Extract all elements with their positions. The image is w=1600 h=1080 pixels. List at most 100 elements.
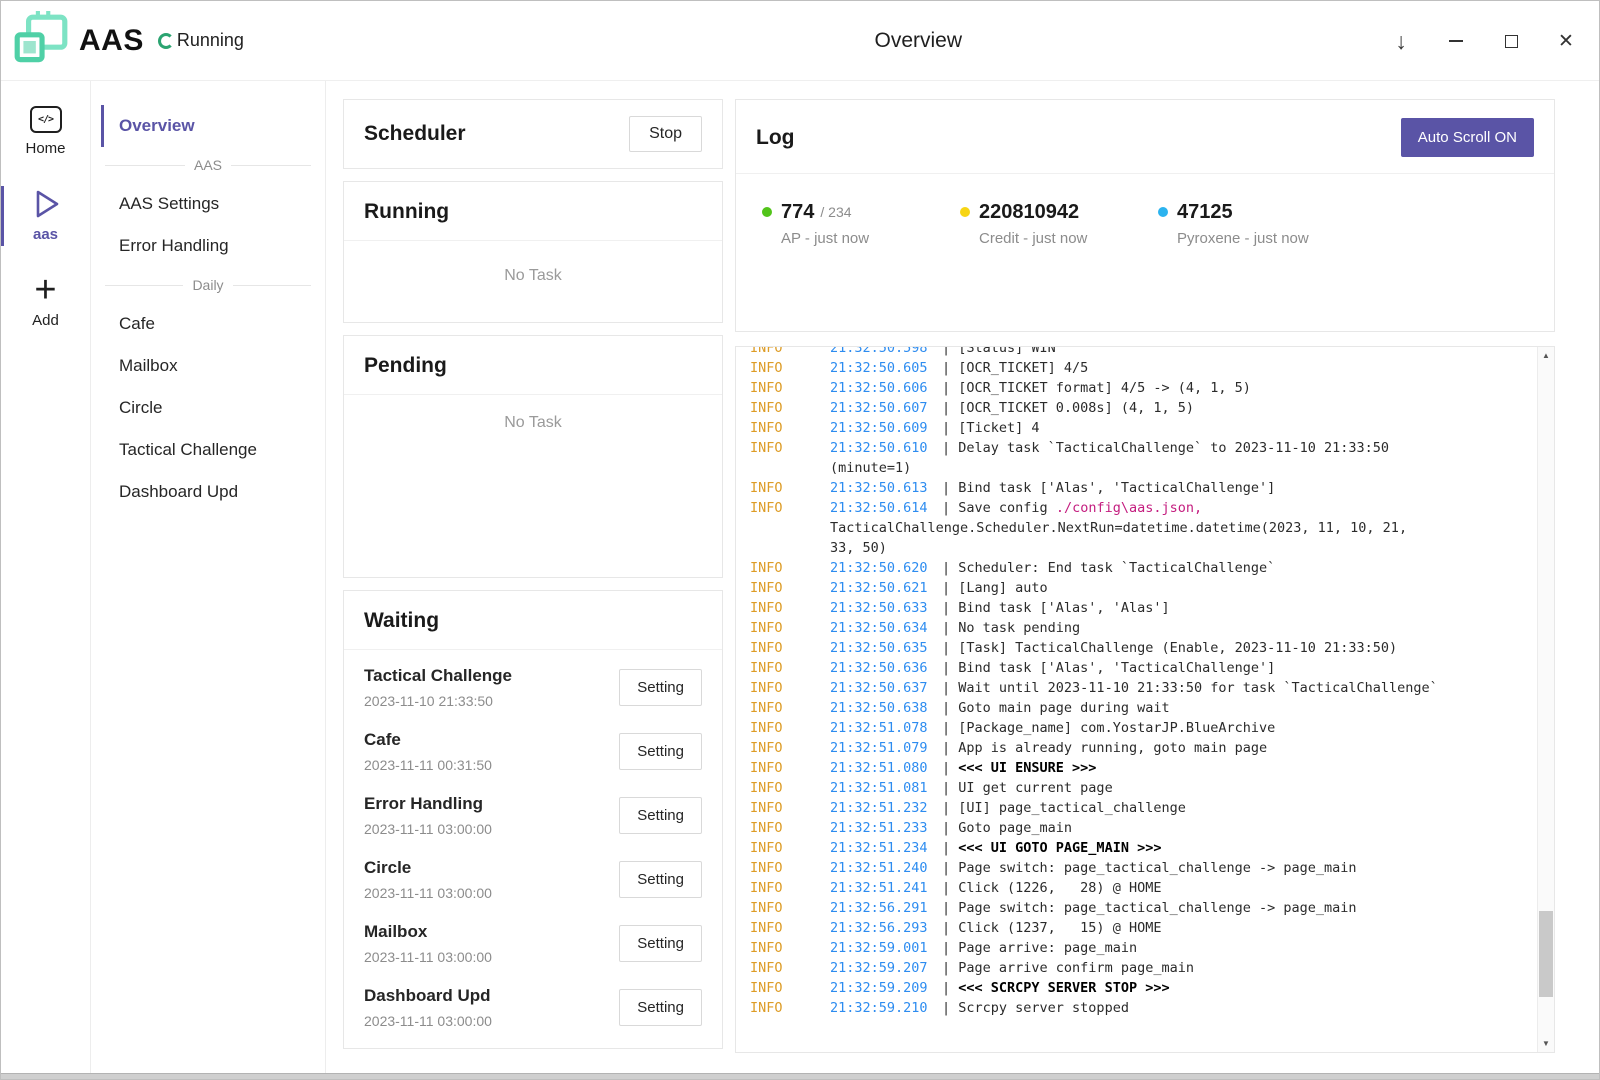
task-name: Dashboard Upd bbox=[364, 985, 492, 1006]
stat-caption: AP - just now bbox=[781, 230, 960, 247]
task-setting-button[interactable]: Setting bbox=[619, 925, 702, 962]
task-info: Error Handling2023-11-11 03:00:00 bbox=[364, 793, 492, 837]
log-level: INFO bbox=[750, 638, 830, 658]
log-level: INFO bbox=[750, 558, 830, 578]
sidebar-item-dashboard-upd[interactable]: Dashboard Upd bbox=[101, 471, 315, 513]
nav-rail: </> Home aas + Add bbox=[1, 81, 91, 1073]
log-time: 21:32:50.613 bbox=[830, 478, 942, 498]
home-icon: </> bbox=[30, 106, 62, 133]
task-name: Circle bbox=[364, 857, 492, 878]
log-line: INFO21:32:50.621| [Lang] auto bbox=[750, 578, 1533, 598]
log-level: INFO bbox=[750, 347, 830, 358]
pending-card: Pending No Task bbox=[343, 335, 723, 578]
log-time: 21:32:50.598 bbox=[830, 347, 942, 358]
log-level-spacer bbox=[750, 538, 830, 558]
update-button[interactable]: ↓ bbox=[1390, 29, 1412, 53]
task-next-run: 2023-11-11 03:00:00 bbox=[364, 885, 492, 901]
log-message: | Click (1237, 15) @ HOME bbox=[942, 918, 1161, 938]
nav-rail-item-home[interactable]: </> Home bbox=[1, 103, 90, 160]
log-level: INFO bbox=[750, 898, 830, 918]
scheduler-stop-button[interactable]: Stop bbox=[629, 116, 702, 152]
stat-suffix: / 234 bbox=[820, 204, 851, 220]
log-line: INFO21:32:51.240| Page switch: page_tact… bbox=[750, 858, 1533, 878]
task-setting-button[interactable]: Setting bbox=[619, 797, 702, 834]
sidebar-item-error-handling[interactable]: Error Handling bbox=[101, 225, 315, 267]
stat: 47125Pyroxene - just now bbox=[1158, 200, 1356, 247]
log-time: 21:32:50.621 bbox=[830, 578, 942, 598]
scroll-up-icon[interactable]: ▲ bbox=[1538, 347, 1555, 364]
log-scrollbar[interactable]: ▲ ▼ bbox=[1537, 347, 1554, 1052]
log-line: INFO21:32:56.293| Click (1237, 15) @ HOM… bbox=[750, 918, 1533, 938]
log-level: INFO bbox=[750, 398, 830, 418]
sidebar-item-circle[interactable]: Circle bbox=[101, 387, 315, 429]
sidebar-item-mailbox[interactable]: Mailbox bbox=[101, 345, 315, 387]
log-time: 21:32:51.078 bbox=[830, 718, 942, 738]
scrollbar-thumb[interactable] bbox=[1539, 911, 1553, 997]
sidebar-item-cafe[interactable]: Cafe bbox=[101, 303, 315, 345]
task-next-run: 2023-11-11 03:00:00 bbox=[364, 821, 492, 837]
log-message: | [OCR_TICKET format] 4/5 -> (4, 1, 5) bbox=[942, 378, 1251, 398]
nav-rail-item-aas[interactable]: aas bbox=[1, 186, 90, 246]
log-message: | Goto page_main bbox=[942, 818, 1072, 838]
log-level: INFO bbox=[750, 878, 830, 898]
log-line: INFO21:32:51.078| [Package_name] com.Yos… bbox=[750, 718, 1533, 738]
app-window: AAS Running Overview ↓ ✕ </> Home aas bbox=[0, 0, 1600, 1080]
log-line: INFO21:32:51.079| App is already running… bbox=[750, 738, 1533, 758]
log-level: INFO bbox=[750, 678, 830, 698]
log-time: 21:32:59.209 bbox=[830, 978, 942, 998]
log-time: 21:32:50.610 bbox=[830, 438, 942, 458]
stat-value: 774 bbox=[781, 201, 814, 224]
log-level: INFO bbox=[750, 658, 830, 678]
pending-card-header: Pending bbox=[344, 336, 722, 395]
log-message: | <<< SCRCPY SERVER STOP >>> bbox=[942, 978, 1170, 998]
log-level: INFO bbox=[750, 978, 830, 998]
task-info: Dashboard Upd 2023-11-11 03:00:00 bbox=[364, 985, 492, 1029]
log-line: INFO21:32:51.080| <<< UI ENSURE >>> bbox=[750, 758, 1533, 778]
nav-rail-item-add[interactable]: + Add bbox=[1, 272, 90, 332]
task-next-run: 2023-11-11 03:00:00 bbox=[364, 1013, 492, 1029]
task-setting-button[interactable]: Setting bbox=[619, 733, 702, 770]
log-message: | No task pending bbox=[942, 618, 1080, 638]
log-time: 21:32:51.234 bbox=[830, 838, 942, 858]
waiting-title: Waiting bbox=[364, 609, 439, 633]
log-output: INFO21:32:50.598| [Status] WININFO21:32:… bbox=[735, 346, 1555, 1053]
task-setting-button[interactable]: Setting bbox=[619, 669, 702, 706]
task-setting-button[interactable]: Setting bbox=[619, 989, 702, 1026]
sidebar-item-tactical-challenge[interactable]: Tactical Challenge bbox=[101, 429, 315, 471]
log-time: 21:32:59.207 bbox=[830, 958, 942, 978]
task-info: Tactical Challenge2023-11-10 21:33:50 bbox=[364, 665, 512, 709]
log-line: INFO21:32:50.605| [OCR_TICKET] 4/5 bbox=[750, 358, 1533, 378]
waiting-task-row: Tactical Challenge2023-11-10 21:33:50 Set… bbox=[344, 655, 722, 719]
auto-scroll-toggle[interactable]: Auto Scroll ON bbox=[1401, 118, 1534, 157]
scroll-down-icon[interactable]: ▼ bbox=[1538, 1035, 1555, 1052]
log-level: INFO bbox=[750, 778, 830, 798]
sidebar-item-overview[interactable]: Overview bbox=[101, 105, 315, 147]
log-level: INFO bbox=[750, 758, 830, 778]
log-line: INFO21:32:51.232| [UI] page_tactical_cha… bbox=[750, 798, 1533, 818]
log-line: INFO21:32:59.209| <<< SCRCPY SERVER STOP… bbox=[750, 978, 1533, 998]
log-line: INFO21:32:50.620| Scheduler: End task `T… bbox=[750, 558, 1533, 578]
log-level: INFO bbox=[750, 478, 830, 498]
log-line: INFO21:32:50.633| Bind task ['Alas', 'Al… bbox=[750, 598, 1533, 618]
waiting-task-row: Dashboard Upd 2023-11-11 03:00:00 Setting bbox=[344, 975, 722, 1039]
task-setting-button[interactable]: Setting bbox=[619, 861, 702, 898]
task-info: Circle 2023-11-11 03:00:00 bbox=[364, 857, 492, 901]
log-scroll-area[interactable]: INFO21:32:50.598| [Status] WININFO21:32:… bbox=[736, 347, 1537, 1052]
close-button[interactable]: ✕ bbox=[1555, 29, 1577, 53]
log-message: 33, 50) bbox=[830, 538, 887, 558]
maximize-button[interactable] bbox=[1500, 29, 1522, 53]
log-level: INFO bbox=[750, 738, 830, 758]
running-status-label: Running bbox=[177, 30, 244, 51]
log-time: 21:32:51.079 bbox=[830, 738, 942, 758]
log-time: 21:32:51.232 bbox=[830, 798, 942, 818]
log-message: | Bind task ['Alas', 'TacticalChallenge'… bbox=[942, 658, 1275, 678]
stat-dot-icon bbox=[1158, 207, 1168, 217]
minimize-button[interactable] bbox=[1445, 29, 1467, 53]
stat-caption: Pyroxene - just now bbox=[1177, 230, 1356, 247]
sidebar-item-aas-settings[interactable]: AAS Settings bbox=[101, 183, 315, 225]
stat-top: 220810942 bbox=[960, 200, 1158, 224]
log-message: | Bind task ['Alas', 'TacticalChallenge'… bbox=[942, 478, 1275, 498]
stat-dot-icon bbox=[762, 207, 772, 217]
log-message: | Goto main page during wait bbox=[942, 698, 1170, 718]
task-next-run: 2023-11-10 21:33:50 bbox=[364, 693, 512, 709]
